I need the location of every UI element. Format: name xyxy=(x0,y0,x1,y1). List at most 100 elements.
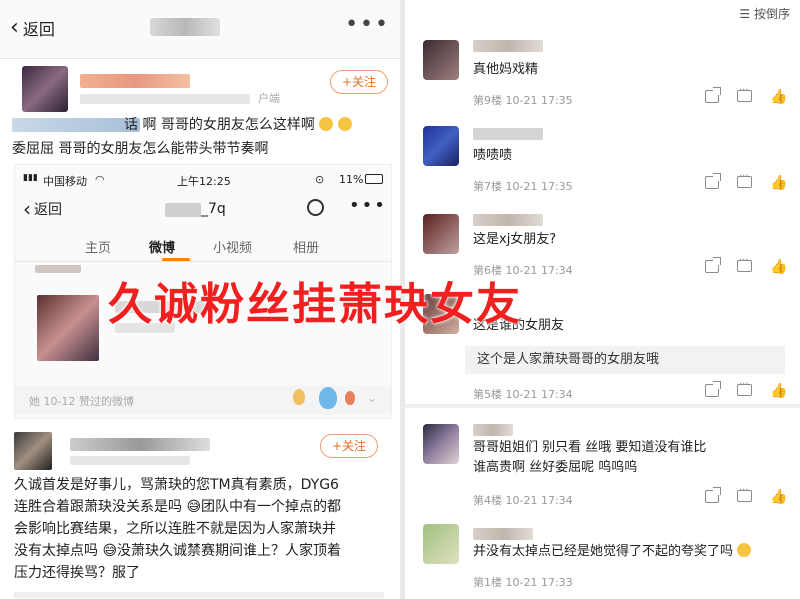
blurred-time xyxy=(80,94,250,104)
comment-item: 真他妈戏精 第9楼 10-21 17:35 👍 xyxy=(405,26,800,115)
back-chevron-icon: ‹ xyxy=(23,197,31,221)
tab-home[interactable]: 主页 xyxy=(85,237,111,256)
comment-meta: 第4楼 10-21 17:34 xyxy=(473,494,573,507)
signal-icon: ▮▮▮ xyxy=(23,173,38,183)
post-body-line: 久诚首发是好事儿，骂萧玦的您TM真有素质，DYG6 xyxy=(14,477,339,493)
comment-meta: 第5楼 10-21 17:34 xyxy=(473,388,573,401)
post-body-line: 会影响比赛结果，之所以连胜不就是因为人家萧玦并 xyxy=(14,521,336,537)
avatar[interactable] xyxy=(423,524,459,564)
blurred-username xyxy=(80,74,190,88)
like-icon[interactable]: 👍 xyxy=(770,490,787,504)
balloon-decoration xyxy=(345,391,355,405)
avatar[interactable] xyxy=(423,424,459,464)
blurred-username xyxy=(165,203,201,217)
follow-button[interactable]: +关注 xyxy=(320,434,378,458)
blurred-avatar xyxy=(37,295,99,361)
blurred-mention xyxy=(12,118,140,132)
share-icon[interactable] xyxy=(705,87,721,103)
avatar[interactable] xyxy=(423,40,459,80)
alarm-icon: ⊙ xyxy=(315,173,325,186)
post-actions-faded xyxy=(14,592,384,598)
blurred-title xyxy=(150,18,220,36)
blurred-avatar xyxy=(35,265,81,273)
avatar[interactable] xyxy=(14,432,52,470)
quoted-reply[interactable]: 这个是人家萧玦哥哥的女朋友哦 xyxy=(465,346,785,374)
emoji-icon xyxy=(337,117,352,131)
share-icon[interactable] xyxy=(705,487,721,503)
post-text-line2: 委屈屈 哥哥的女朋友怎么能带头带节奏啊 xyxy=(12,141,269,157)
wifi-icon: ◠ xyxy=(95,173,105,186)
comment-actions: 👍 xyxy=(705,85,787,104)
tab-weibo[interactable]: 微博 xyxy=(149,237,175,256)
tab-album[interactable]: 相册 xyxy=(293,237,319,256)
back-button[interactable]: ‹ 返回 xyxy=(23,197,62,221)
back-button[interactable]: ‹ 返回 xyxy=(10,16,55,40)
blurred-username xyxy=(473,128,543,140)
comment-actions: 👍 xyxy=(705,379,787,398)
comment-icon[interactable] xyxy=(737,171,752,188)
post-body: 久诚首发是好事儿，骂萧玦的您TM真有素质，DYG6 连胜合着跟萧玦没关系是吗 😅… xyxy=(14,474,341,584)
sort-button[interactable]: ☰ 按倒序 xyxy=(739,5,790,22)
comment-text: 这是xj女朋友? xyxy=(473,232,557,247)
avatar[interactable] xyxy=(423,214,459,254)
status-bar: ▮▮▮ 中国移动 ◠ 上午12:25 ⊙ 11% xyxy=(15,165,391,191)
emoji-icon xyxy=(737,543,752,557)
share-icon[interactable] xyxy=(705,257,721,273)
comment-text: 啧啧啧 xyxy=(473,148,513,163)
comment-meta: 第9楼 10-21 17:35 xyxy=(473,94,573,107)
blurred-username xyxy=(70,438,210,451)
chevron-down-icon: ⌄ xyxy=(367,391,378,405)
profile-tabs: 主页 微博 小视频 相册 xyxy=(15,231,391,262)
post-body-line: 没有太掉点吗 😅没萧玦久诚禁赛期间谁上？人家顶着 xyxy=(14,543,342,559)
comment-item: 并没有太掉点已经是她觉得了不起的夸奖了吗 第1楼 10-21 17:33 xyxy=(405,518,800,599)
avatar[interactable] xyxy=(423,126,459,166)
blurred-username xyxy=(473,40,543,52)
emoji-icon xyxy=(319,117,334,131)
more-dots-icon[interactable]: ••• xyxy=(349,195,387,216)
follow-button[interactable]: +关注 xyxy=(330,70,388,94)
comment-icon[interactable] xyxy=(737,379,752,396)
search-icon[interactable] xyxy=(307,199,324,216)
post-body-line: 连胜合着跟萧玦没关系是吗 😅团队中有一个掉点的都 xyxy=(14,499,342,515)
comment-icon[interactable] xyxy=(737,255,752,272)
back-chevron-icon: ‹ xyxy=(10,15,19,40)
post-source: 户端 xyxy=(258,92,280,105)
like-icon[interactable]: 👍 xyxy=(770,260,787,274)
like-icon[interactable]: 👍 xyxy=(770,384,787,398)
battery-percent: 11% xyxy=(339,173,364,186)
tab-videos[interactable]: 小视频 xyxy=(213,237,252,256)
like-icon[interactable]: 👍 xyxy=(770,90,787,104)
comment-actions: 👍 xyxy=(705,171,787,190)
blurred-username xyxy=(473,424,513,436)
balloon-decoration xyxy=(319,387,337,409)
comment-text: 真他妈戏精 xyxy=(473,62,539,77)
liked-text: 她 10-12 赞过的微博 xyxy=(29,395,134,408)
comment-actions: 👍 xyxy=(705,485,787,504)
back-label: 返回 xyxy=(22,20,55,39)
share-icon[interactable] xyxy=(705,381,721,397)
comment-item: 哥哥姐姐们 别只看 丝哦 要知道没有谁比 谁高贵啊 丝好委屈呢 呜呜呜 第4楼 … xyxy=(405,408,800,519)
sort-bar: ☰ 按倒序 xyxy=(405,0,800,26)
comment-icon[interactable] xyxy=(737,485,752,502)
blurred-username xyxy=(473,528,533,540)
sort-icon: ☰ xyxy=(739,7,751,21)
carrier: 中国移动 xyxy=(43,175,87,188)
comment-text: 并没有太掉点已经是她觉得了不起的夸奖了吗 xyxy=(473,542,752,562)
more-dots-icon[interactable]: ••• xyxy=(345,12,390,37)
comment-actions: 👍 xyxy=(705,255,787,274)
comment-text: 哥哥姐姐们 别只看 丝哦 要知道没有谁比 谁高贵啊 丝好委屈呢 呜呜呜 xyxy=(473,440,707,475)
share-icon[interactable] xyxy=(705,173,721,189)
comment-item: 啧啧啧 第7楼 10-21 17:35 👍 xyxy=(405,114,800,205)
battery-icon xyxy=(365,174,383,184)
blurred-username xyxy=(473,214,543,226)
comment-icon[interactable] xyxy=(737,85,752,102)
liked-posts-bar[interactable]: 她 10-12 赞过的微博 ⌄ xyxy=(15,385,391,415)
avatar[interactable] xyxy=(22,66,68,112)
comment-meta: 第1楼 10-21 17:33 xyxy=(473,576,573,589)
like-icon[interactable]: 👍 xyxy=(770,176,787,190)
post-text-line1: 话 啊 哥哥的女朋友怎么这样啊 xyxy=(124,114,352,136)
comment-meta: 第7楼 10-21 17:35 xyxy=(473,180,573,193)
clock: 上午12:25 xyxy=(177,175,231,188)
post-body-line: 压力还得挨骂？服了 xyxy=(14,565,140,581)
profile-nav-bar: ‹ 返回 _7q ••• xyxy=(15,193,391,227)
